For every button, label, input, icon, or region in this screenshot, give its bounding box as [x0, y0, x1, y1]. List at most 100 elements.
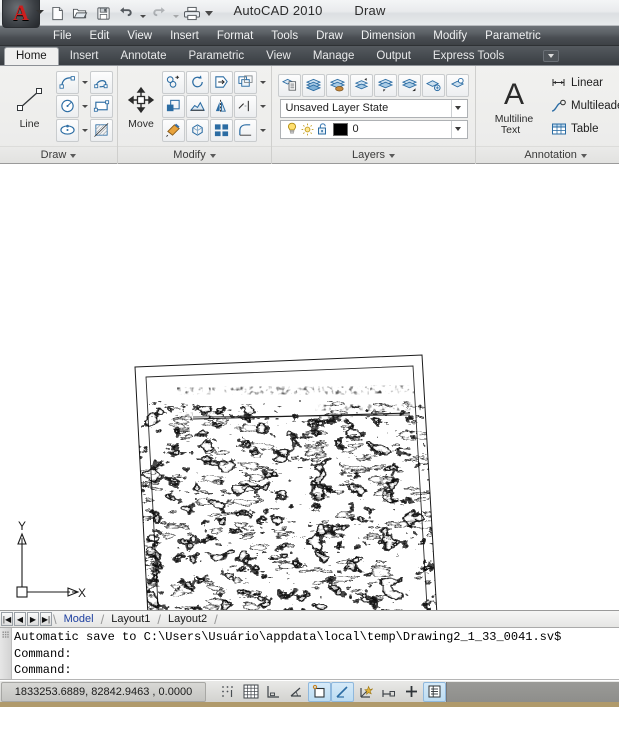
status-bar: 1833253.6889, 82842.9463 , 0.0000	[0, 680, 619, 702]
command-line-gripper[interactable]	[0, 628, 12, 679]
hatch-button[interactable]	[90, 118, 113, 142]
extend-button[interactable]	[234, 94, 257, 118]
array-dropdown-caret-icon[interactable]	[258, 71, 267, 94]
extend-dropdown-caret-icon[interactable]	[258, 95, 267, 118]
menu-file[interactable]: File	[44, 28, 81, 44]
ellipse-dropdown-caret-icon[interactable]	[80, 119, 89, 142]
menu-modify[interactable]: Modify	[424, 28, 476, 44]
arc-button[interactable]	[56, 70, 79, 94]
tab-express-tools[interactable]: Express Tools	[422, 47, 515, 65]
dynamic-ucs-toggle[interactable]	[354, 682, 377, 702]
command-line-text[interactable]: Automatic save to C:\Users\Usuário\appda…	[12, 628, 619, 679]
drawing-area[interactable]: Y X	[0, 164, 619, 611]
current-layer-caret-icon[interactable]	[450, 120, 465, 138]
current-layer-combo[interactable]: 0	[279, 119, 468, 139]
circle-button[interactable]	[56, 94, 79, 118]
grid-display-toggle[interactable]	[239, 682, 262, 702]
mirror-button[interactable]	[210, 94, 233, 118]
arc-dropdown-caret-icon[interactable]	[80, 71, 89, 94]
next-layout-button[interactable]: ▶	[27, 612, 39, 626]
stretch-button[interactable]	[162, 94, 185, 118]
offset-button[interactable]	[210, 118, 233, 142]
layer-match-button[interactable]	[326, 73, 349, 97]
table-button[interactable]: Table	[546, 118, 619, 140]
trim-button[interactable]	[210, 70, 233, 94]
move-button[interactable]: Move	[123, 82, 159, 130]
layout-tab-layout1[interactable]: Layout1	[104, 612, 157, 627]
menu-edit[interactable]: Edit	[81, 28, 119, 44]
coordinate-display[interactable]: 1833253.6889, 82842.9463 , 0.0000	[1, 681, 206, 702]
first-layout-button[interactable]: |◀	[1, 612, 13, 626]
layer-off-button[interactable]	[374, 73, 397, 97]
quick-properties-toggle[interactable]	[423, 681, 446, 702]
scale-button[interactable]	[186, 94, 209, 118]
multileader-button[interactable]: Multileader	[546, 95, 619, 117]
last-layout-button[interactable]: ▶|	[40, 612, 52, 626]
tab-view[interactable]: View	[255, 47, 302, 65]
panel-annotation-label[interactable]: Annotation	[476, 146, 619, 164]
dyninput-icon	[382, 690, 395, 697]
circle-dropdown-caret-icon[interactable]	[80, 95, 89, 118]
tab-output[interactable]: Output	[365, 47, 422, 65]
command-line-row-1: Command:	[14, 646, 72, 661]
layer-unlock-icon[interactable]	[317, 122, 329, 136]
panel-draw-label[interactable]: Draw	[0, 146, 117, 164]
command-line-window[interactable]: Automatic save to C:\Users\Usuário\appda…	[0, 628, 619, 680]
menu-format[interactable]: Format	[208, 28, 262, 44]
panel-modify-label[interactable]: Modify	[118, 146, 271, 164]
tab-home[interactable]: Home	[4, 47, 59, 65]
menu-view[interactable]: View	[118, 28, 161, 44]
fillet-button[interactable]	[234, 118, 257, 142]
layer-isolate-button[interactable]	[422, 73, 445, 97]
polar-tracking-toggle[interactable]	[285, 682, 308, 702]
layer-state-combo[interactable]: Unsaved Layer State	[279, 98, 468, 118]
layer-properties-button[interactable]	[278, 73, 301, 97]
layer-color-swatch[interactable]	[332, 122, 348, 136]
previous-layout-button[interactable]: ◀	[14, 612, 26, 626]
layout-tab-layout2[interactable]: Layout2	[161, 612, 214, 627]
command-line-row-2: Command:	[14, 663, 72, 677]
layer-on-lightbulb-icon[interactable]	[286, 122, 298, 136]
multiline-text-label-line2: Text	[500, 123, 521, 136]
object-snap-tracking-toggle[interactable]	[331, 681, 354, 702]
line-button[interactable]: Line	[6, 82, 53, 130]
layer-state-caret-icon[interactable]	[450, 99, 465, 117]
menu-draw[interactable]: Draw	[307, 28, 352, 44]
menu-insert[interactable]: Insert	[161, 28, 208, 44]
rectangle-button[interactable]	[90, 94, 113, 118]
ortho-mode-toggle[interactable]	[262, 682, 285, 702]
dynamic-input-toggle[interactable]	[377, 682, 400, 702]
tab-annotate[interactable]: Annotate	[109, 47, 177, 65]
snap-mode-toggle[interactable]	[216, 682, 239, 702]
menu-tools[interactable]: Tools	[262, 28, 307, 44]
polyline-button[interactable]	[90, 70, 113, 94]
menu-parametric[interactable]: Parametric	[476, 28, 550, 44]
multiline-text-label: Multiline Text	[495, 113, 534, 136]
layer-previous-button[interactable]	[350, 73, 373, 97]
lineweight-toggle[interactable]	[400, 682, 423, 702]
linear-dimension-button[interactable]: Linear	[546, 72, 619, 94]
layer-make-current-button[interactable]	[302, 73, 325, 97]
layer-on-button[interactable]	[398, 73, 421, 97]
array-button[interactable]	[234, 70, 257, 94]
ribbon-minimize-caret-icon[interactable]	[543, 50, 559, 62]
layout-tab-model[interactable]: Model	[57, 612, 101, 627]
tab-insert[interactable]: Insert	[59, 47, 110, 65]
panel-draw-label-text: Draw	[40, 149, 67, 161]
explode-button[interactable]	[186, 118, 209, 142]
panel-layers-label[interactable]: Layers	[272, 146, 475, 164]
app-title-text: AutoCAD 2010	[233, 3, 323, 18]
ellipse-button[interactable]	[56, 118, 79, 142]
erase-button[interactable]	[162, 118, 185, 142]
object-snap-toggle[interactable]	[308, 681, 331, 702]
menu-dimension[interactable]: Dimension	[352, 28, 424, 44]
multiline-text-button[interactable]: A Multiline Text	[486, 77, 542, 136]
copy-button[interactable]	[162, 70, 185, 94]
tab-manage[interactable]: Manage	[302, 47, 366, 65]
fillet-dropdown-caret-icon[interactable]	[258, 119, 267, 142]
rotate-button[interactable]	[186, 70, 209, 94]
layer-thaw-sun-icon[interactable]	[301, 123, 314, 136]
tab-parametric[interactable]: Parametric	[178, 47, 256, 65]
table-grid-icon	[550, 122, 568, 136]
layer-freeze-button[interactable]	[446, 73, 469, 97]
